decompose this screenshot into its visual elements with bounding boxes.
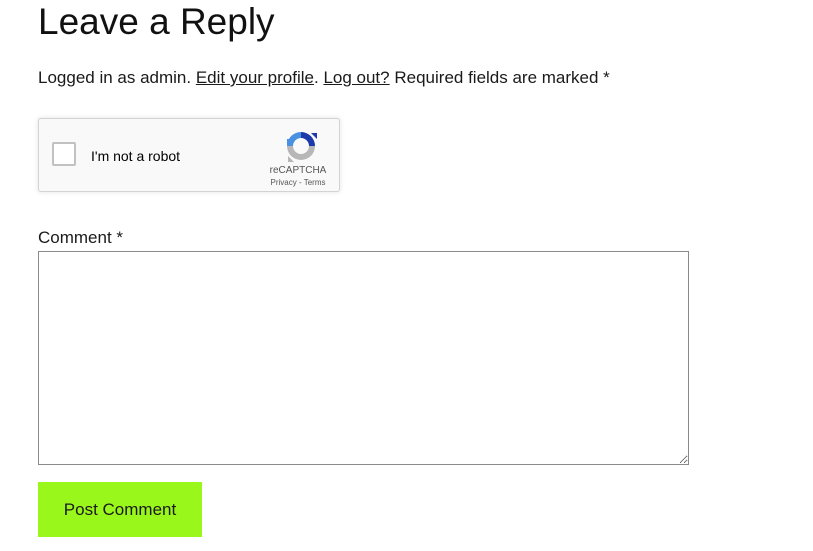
required-fields-note: Required fields are marked * bbox=[394, 68, 610, 87]
logged-in-notice: Logged in as admin. Edit your profile. L… bbox=[38, 66, 610, 90]
separator-period: . bbox=[313, 68, 319, 87]
reply-heading: Leave a Reply bbox=[38, 1, 275, 42]
recaptcha-privacy-link[interactable]: Privacy bbox=[271, 178, 297, 187]
comment-form-page: Leave a Reply Logged in as admin. Edit y… bbox=[0, 0, 813, 551]
recaptcha-terms-separator: - bbox=[296, 178, 304, 187]
edit-profile-link[interactable]: Edit your profile bbox=[196, 68, 314, 87]
recaptcha-brand-text: reCAPTCHA bbox=[269, 165, 327, 176]
recaptcha-terms-link[interactable]: Terms bbox=[304, 178, 326, 187]
recaptcha-logo-icon bbox=[287, 132, 317, 162]
post-comment-button[interactable]: Post Comment bbox=[38, 482, 202, 537]
recaptcha-label: I'm not a robot bbox=[91, 148, 181, 164]
comment-textarea[interactable] bbox=[38, 251, 689, 465]
recaptcha-terms: Privacy - Terms bbox=[263, 178, 333, 188]
recaptcha-checkbox[interactable] bbox=[52, 142, 76, 166]
logged-in-text: Logged in as admin. bbox=[38, 68, 192, 87]
comment-label: Comment * bbox=[38, 228, 124, 247]
recaptcha-widget: I'm not a robot reCAPTCHA Privacy - Term… bbox=[38, 118, 340, 192]
logout-link[interactable]: Log out? bbox=[323, 68, 389, 87]
